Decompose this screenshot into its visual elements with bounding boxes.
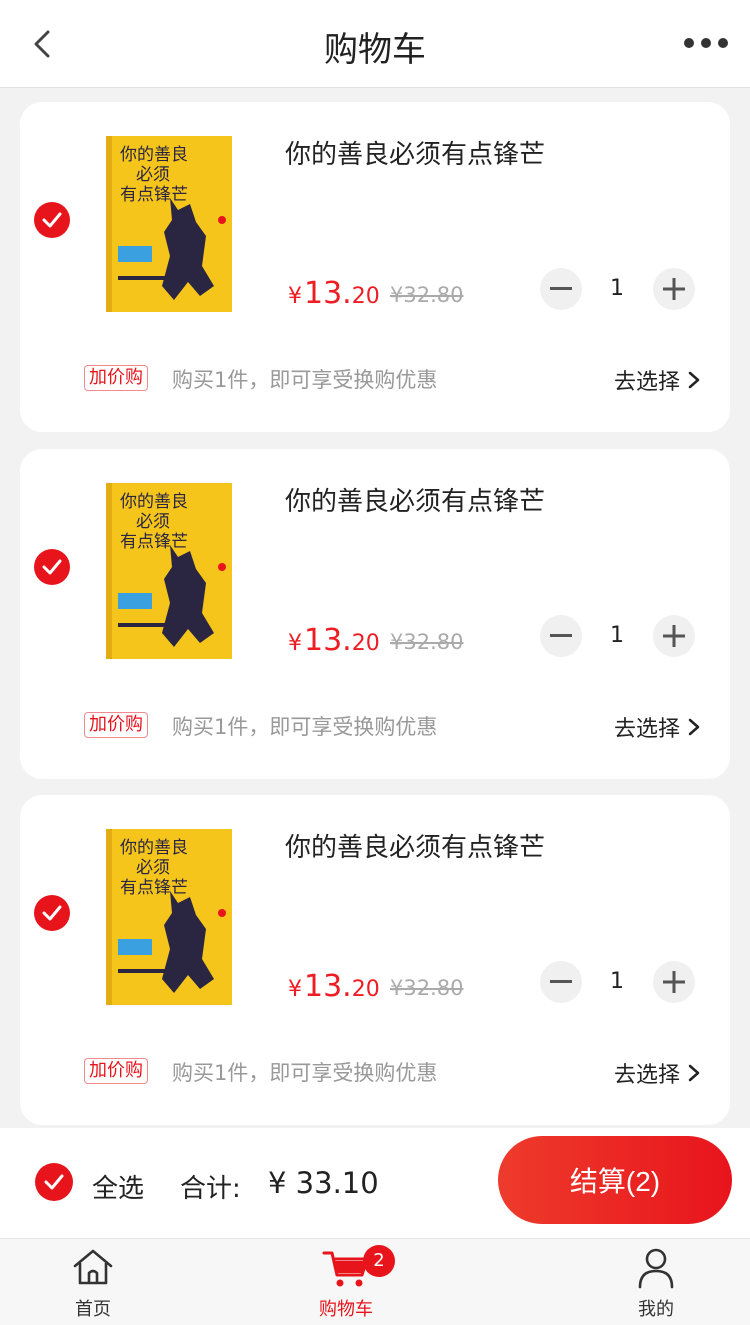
more-menu-button[interactable] xyxy=(684,36,728,50)
tab-profile[interactable]: 我的 xyxy=(581,1239,731,1325)
svg-text:有点锋芒: 有点锋芒 xyxy=(120,878,188,898)
total-amount: ¥ 33.10 xyxy=(268,1166,379,1200)
choose-promo-link[interactable]: 去选择 xyxy=(614,364,700,396)
promo-badge: 加价购 xyxy=(84,1058,148,1084)
promo-description: 购买1件，即可享受换购优惠 xyxy=(172,715,438,739)
bottom-tab-bar: 首页 2 购物车 我的 xyxy=(0,1238,750,1325)
checkmark-icon xyxy=(42,905,62,921)
home-icon xyxy=(73,1249,113,1285)
tab-label: 我的 xyxy=(638,1299,674,1320)
choose-label: 去选择 xyxy=(613,717,680,742)
item-price: ¥13.20 xyxy=(288,969,380,1004)
promo-badge: 加价购 xyxy=(84,365,148,391)
cart-item-card: 你的善良 必须 有点锋芒 你的善良必须有点锋芒 ¥13.20 ¥32.80 1 … xyxy=(20,449,730,779)
svg-text:有点锋芒: 有点锋芒 xyxy=(120,185,188,205)
choose-label: 去选择 xyxy=(613,370,680,395)
book-cover-image[interactable]: 你的善良 必须 有点锋芒 xyxy=(106,483,232,659)
decrease-quantity-button[interactable] xyxy=(540,615,582,657)
increase-quantity-button[interactable] xyxy=(653,961,695,1003)
page-title: 购物车 xyxy=(324,30,426,70)
item-select-checkbox[interactable] xyxy=(34,549,70,585)
plus-icon xyxy=(663,625,685,647)
tab-label: 首页 xyxy=(75,1299,111,1320)
svg-text:有点锋芒: 有点锋芒 xyxy=(120,532,188,552)
dot-icon xyxy=(701,38,711,48)
dot-icon xyxy=(718,38,728,48)
minus-icon xyxy=(550,287,572,290)
total-label: 合计: xyxy=(180,1174,241,1204)
plus-icon xyxy=(663,971,685,993)
item-select-checkbox[interactable] xyxy=(34,202,70,238)
select-all-checkbox[interactable] xyxy=(35,1163,73,1201)
quantity-value[interactable]: 1 xyxy=(604,276,630,301)
item-title[interactable]: 你的善良必须有点锋芒 xyxy=(285,481,545,518)
book-cover-image[interactable]: 你的善良 必须 有点锋芒 xyxy=(106,136,232,312)
svg-text:必须: 必须 xyxy=(136,512,170,532)
svg-text:必须: 必须 xyxy=(136,165,170,185)
item-price: ¥13.20 xyxy=(288,276,380,311)
item-price: ¥13.20 xyxy=(288,623,380,658)
increase-quantity-button[interactable] xyxy=(653,268,695,310)
book-cover-image[interactable]: 你的善良 必须 有点锋芒 xyxy=(106,829,232,1005)
checkmark-icon xyxy=(44,1174,64,1190)
cart-item-card: 你的善良 必须 有点锋芒 你的善良必须有点锋芒 ¥13.20 ¥32.80 1 … xyxy=(20,795,730,1125)
minus-icon xyxy=(550,634,572,637)
checkout-bar: 全选 合计: ¥ 33.10 结算(2) xyxy=(0,1128,750,1238)
item-select-checkbox[interactable] xyxy=(34,895,70,931)
promo-badge: 加价购 xyxy=(84,712,148,738)
quantity-value[interactable]: 1 xyxy=(604,969,630,994)
quantity-value[interactable]: 1 xyxy=(604,623,630,648)
item-title[interactable]: 你的善良必须有点锋芒 xyxy=(285,827,545,864)
minus-icon xyxy=(550,980,572,983)
dot-icon xyxy=(684,38,694,48)
select-all-label[interactable]: 全选 xyxy=(92,1168,144,1205)
cart-count-badge: 2 xyxy=(363,1245,395,1277)
decrease-quantity-button[interactable] xyxy=(540,268,582,310)
chevron-right-icon xyxy=(688,371,700,389)
svg-text:必须: 必须 xyxy=(136,858,170,878)
tab-home[interactable]: 首页 xyxy=(18,1239,168,1325)
chevron-right-icon xyxy=(688,718,700,736)
choose-promo-link[interactable]: 去选择 xyxy=(614,1057,700,1089)
cart-icon xyxy=(322,1251,369,1287)
top-bar: 购物车 xyxy=(0,0,750,88)
checkmark-icon xyxy=(42,212,62,228)
cart-page: 购物车 你的善良 必须 有点锋芒 你的善良必须有点锋芒 ¥13.20 ¥32.8… xyxy=(0,0,750,1325)
chevron-right-icon xyxy=(688,1064,700,1082)
tab-label: 购物车 xyxy=(319,1299,373,1320)
checkout-button[interactable]: 结算(2) xyxy=(498,1136,732,1224)
tab-cart[interactable]: 2 购物车 xyxy=(271,1239,421,1325)
checkmark-icon xyxy=(42,559,62,575)
item-title[interactable]: 你的善良必须有点锋芒 xyxy=(285,134,545,171)
choose-label: 去选择 xyxy=(613,1063,680,1088)
promo-description: 购买1件，即可享受换购优惠 xyxy=(172,1061,438,1085)
item-original-price: ¥32.80 xyxy=(390,630,464,654)
user-icon xyxy=(638,1248,674,1289)
item-original-price: ¥32.80 xyxy=(390,283,464,307)
item-original-price: ¥32.80 xyxy=(390,976,464,1000)
promo-description: 购买1件，即可享受换购优惠 xyxy=(172,368,438,392)
svg-text:你的善良: 你的善良 xyxy=(120,838,188,858)
svg-text:你的善良: 你的善良 xyxy=(120,145,188,165)
cart-item-card: 你的善良 必须 有点锋芒 你的善良必须有点锋芒 ¥13.20 ¥32.80 1 … xyxy=(20,102,730,432)
choose-promo-link[interactable]: 去选择 xyxy=(614,711,700,743)
svg-text:你的善良: 你的善良 xyxy=(120,492,188,512)
decrease-quantity-button[interactable] xyxy=(540,961,582,1003)
plus-icon xyxy=(663,278,685,300)
increase-quantity-button[interactable] xyxy=(653,615,695,657)
